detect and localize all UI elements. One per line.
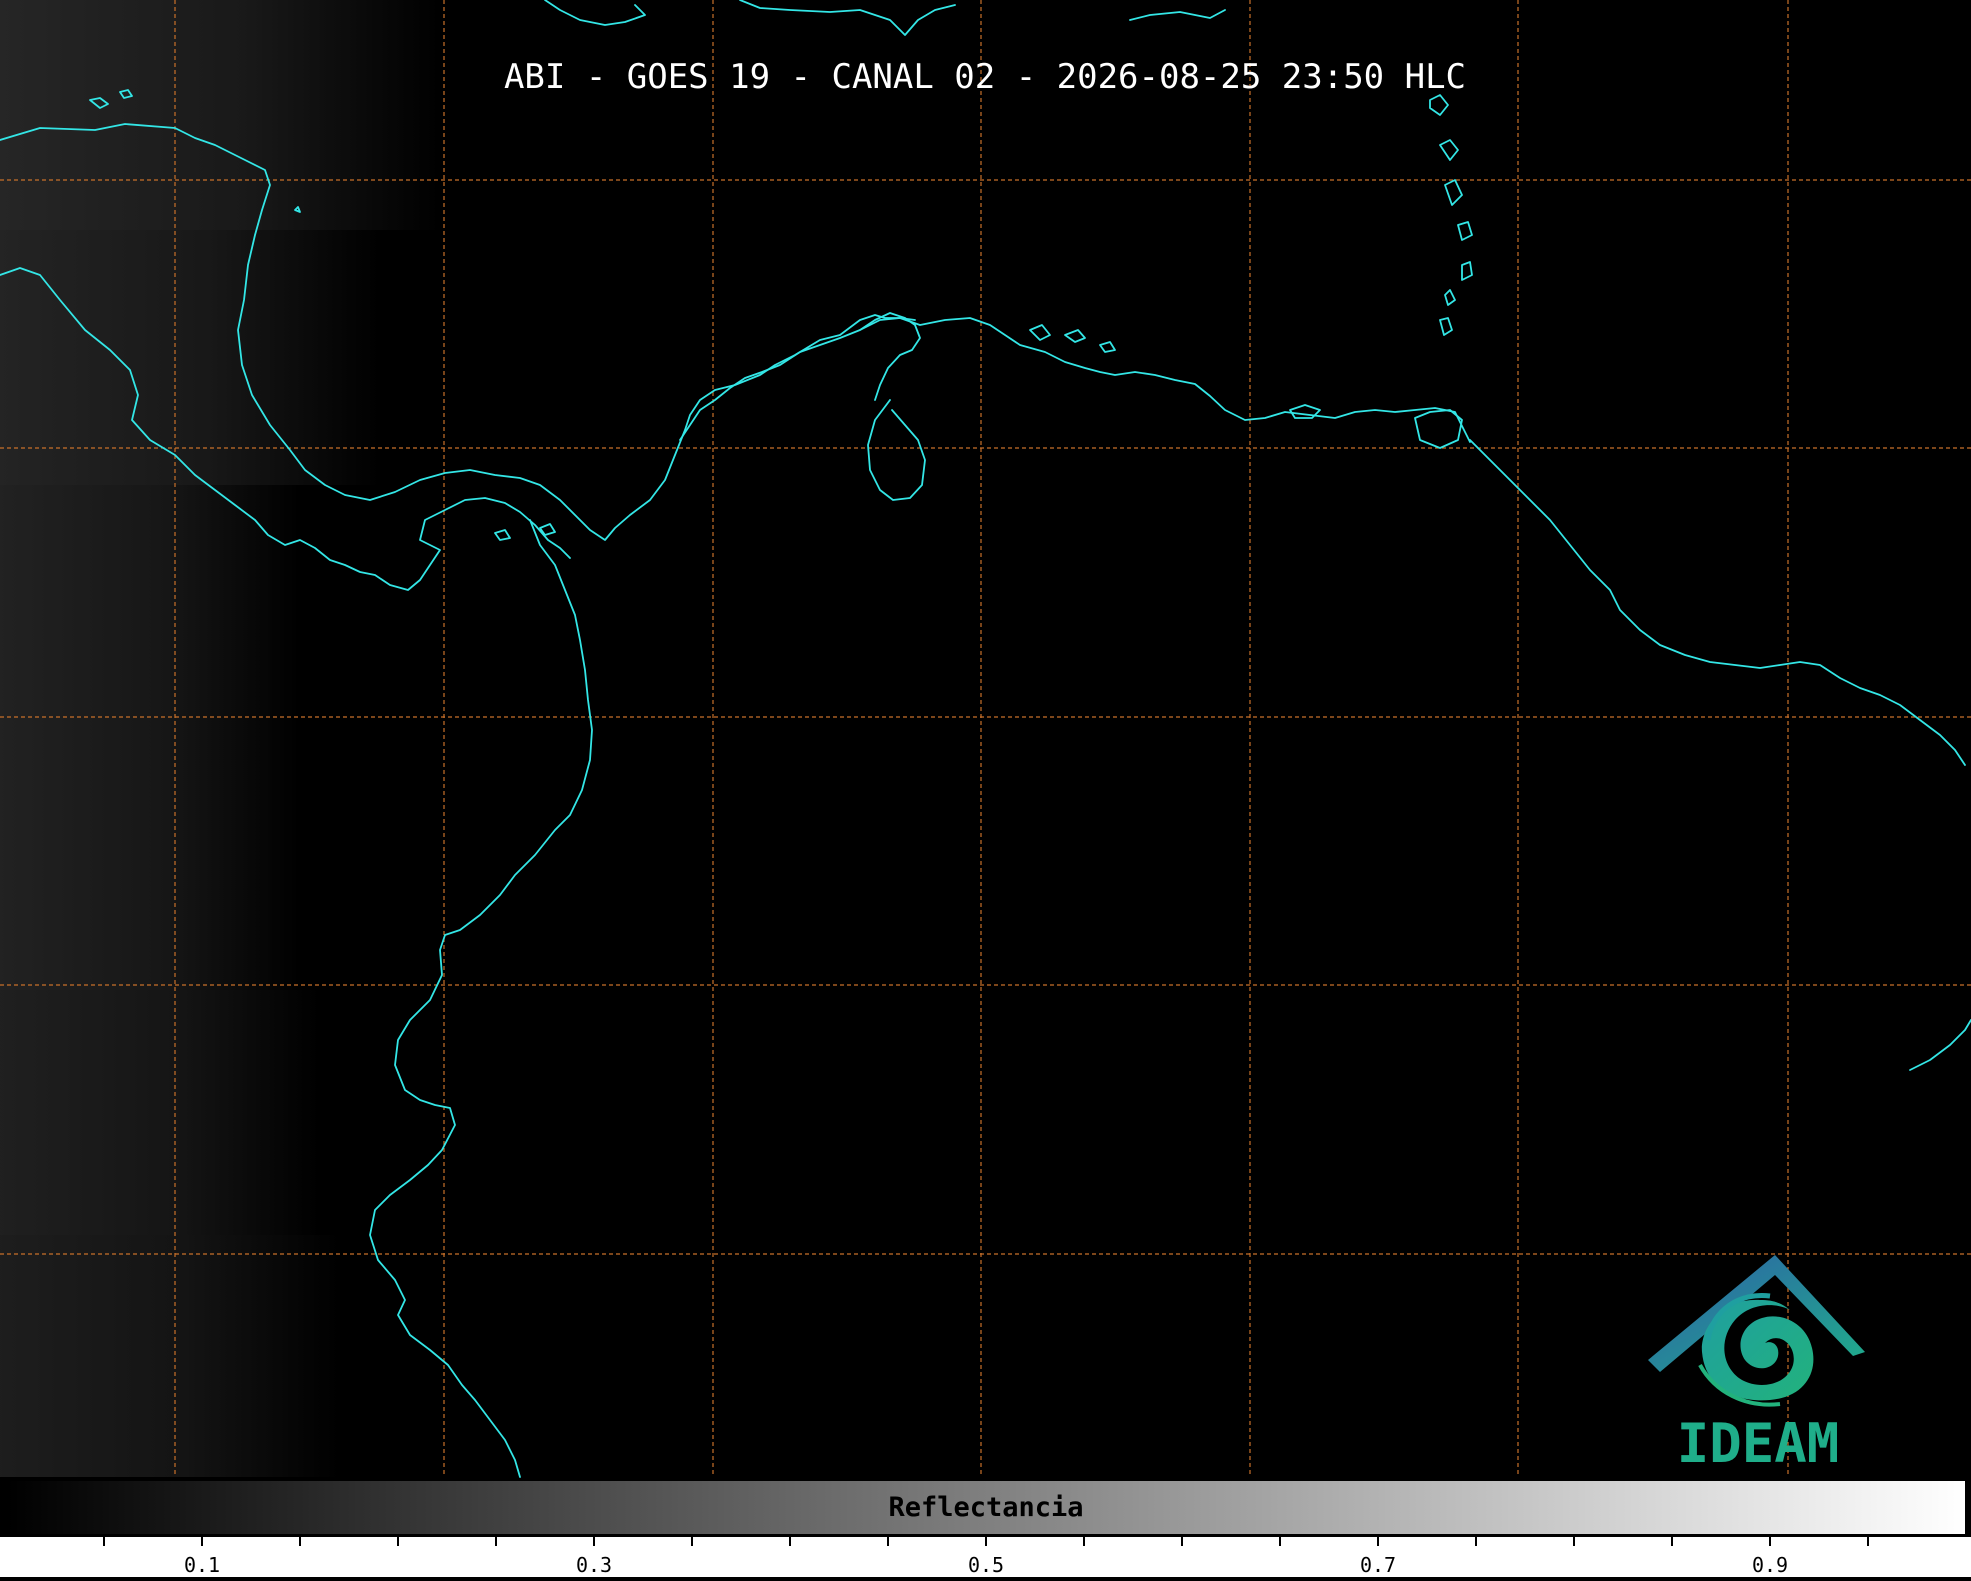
- colorbar-label: Reflectancia: [888, 1492, 1083, 1523]
- colorbar-tick-label: 0.5: [968, 1553, 1004, 1577]
- map-canvas: ABI - GOES 19 - CANAL 02 - 2026-08-25 23…: [0, 0, 1971, 1577]
- colorbar-tick-label: 0.9: [1752, 1553, 1788, 1577]
- ideam-logo-text: IDEAM: [1677, 1412, 1840, 1475]
- colorbar-tick-label: 0.7: [1360, 1553, 1396, 1577]
- colorbar-tick-label: 0.1: [184, 1553, 220, 1577]
- colorbar-tick-label: 0.3: [576, 1553, 612, 1577]
- satellite-image-viewer: ABI - GOES 19 - CANAL 02 - 2026-08-25 23…: [0, 0, 1971, 1577]
- map-title: ABI - GOES 19 - CANAL 02 - 2026-08-25 23…: [504, 57, 1466, 97]
- colorbar: Reflectancia 0.1 0.3 0.5 0.7 0.9: [0, 1479, 1971, 1577]
